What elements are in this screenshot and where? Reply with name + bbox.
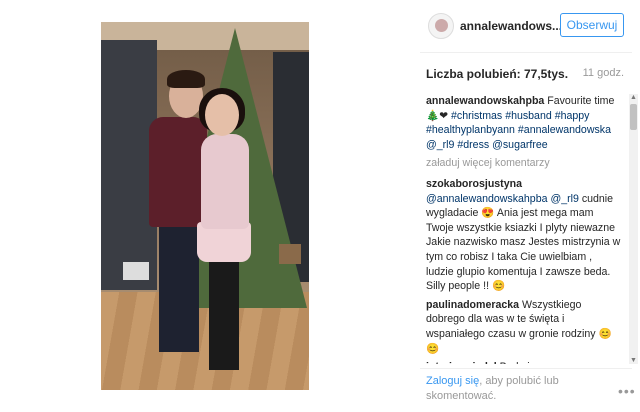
comment-hashtag-link[interactable]: @_rl9 [550, 193, 578, 205]
photo-gift [123, 262, 149, 280]
photo-woman-legs [209, 260, 239, 370]
comment-author-link[interactable]: szokaborosjustyna [426, 178, 522, 190]
comments-list[interactable]: annalewandowskahpba Favourite time 🎄❤ #c… [426, 94, 622, 364]
scroll-down-arrow-icon[interactable]: ▼ [630, 357, 637, 364]
header-divider [420, 52, 632, 53]
comment-text: cudnie wygladacie 😍 Ania jest mega mam T… [426, 192, 621, 293]
post-view: annalewandows... Obserwuj Liczba polubie… [0, 0, 640, 412]
login-prompt: Zaloguj się, aby polubić lub skomentować… [426, 374, 606, 404]
comment-item: szokaborosjustyna @annalewandowskahpba @… [426, 177, 622, 294]
comment-author-link[interactable]: paulinadomeracka [426, 299, 519, 311]
post-photo[interactable] [101, 22, 309, 390]
photo-woman-head [205, 94, 239, 136]
comment-item: interior_riedel Brakuje #lewandowskisock… [426, 360, 622, 364]
username-link[interactable]: annalewandows... [460, 19, 562, 33]
scrollbar-thumb[interactable] [630, 104, 637, 130]
comment-hashtag-link[interactable]: #healthyplanbyann [426, 124, 515, 136]
photo-man-body [149, 117, 207, 227]
comment-item: annalewandowskahpba Favourite time 🎄❤ #c… [426, 94, 622, 152]
comment-item: paulinadomeracka Wszystkiego dobrego dla… [426, 298, 622, 356]
avatar[interactable] [428, 13, 454, 39]
post-header: annalewandows... Obserwuj [420, 10, 632, 44]
photo-gift [279, 244, 301, 264]
photo-woman-top [201, 134, 249, 229]
comments-scrollbar[interactable]: ▲ ▼ [629, 94, 638, 364]
follow-button[interactable]: Obserwuj [560, 13, 624, 37]
post-time[interactable]: 11 godz. [583, 67, 624, 79]
comment-author-link[interactable]: interior_riedel [426, 361, 497, 364]
likes-count[interactable]: Liczba polubień: 77,5tys. [426, 67, 568, 81]
comment-author-link[interactable]: annalewandowskahpba [426, 95, 544, 107]
photo-man-legs [159, 222, 199, 352]
comment-text: Brakuje [497, 361, 536, 364]
comment-hashtag-link[interactable]: #christmas [451, 110, 502, 122]
footer-divider [420, 368, 632, 369]
comment-hashtag-link[interactable]: #happy [555, 110, 590, 122]
login-link[interactable]: Zaloguj się [426, 375, 479, 387]
comment-hashtag-link[interactable]: #husband [505, 110, 552, 122]
comment-hashtag-link[interactable]: @annalewandowskahpba [426, 193, 548, 205]
more-dots-icon[interactable]: ••• [618, 383, 636, 399]
comment-hashtag-link[interactable]: #annalewandowska [518, 124, 611, 136]
comment-hashtag-link[interactable]: @_rl9 [426, 139, 454, 151]
photo-man-hair [167, 70, 205, 88]
comment-hashtag-link[interactable]: #dress [457, 139, 489, 151]
comment-hashtag-link[interactable]: @sugarfree [492, 139, 548, 151]
load-more-comments-link[interactable]: załaduj więcej komentarzy [426, 156, 622, 171]
scroll-up-arrow-icon[interactable]: ▲ [630, 94, 637, 101]
